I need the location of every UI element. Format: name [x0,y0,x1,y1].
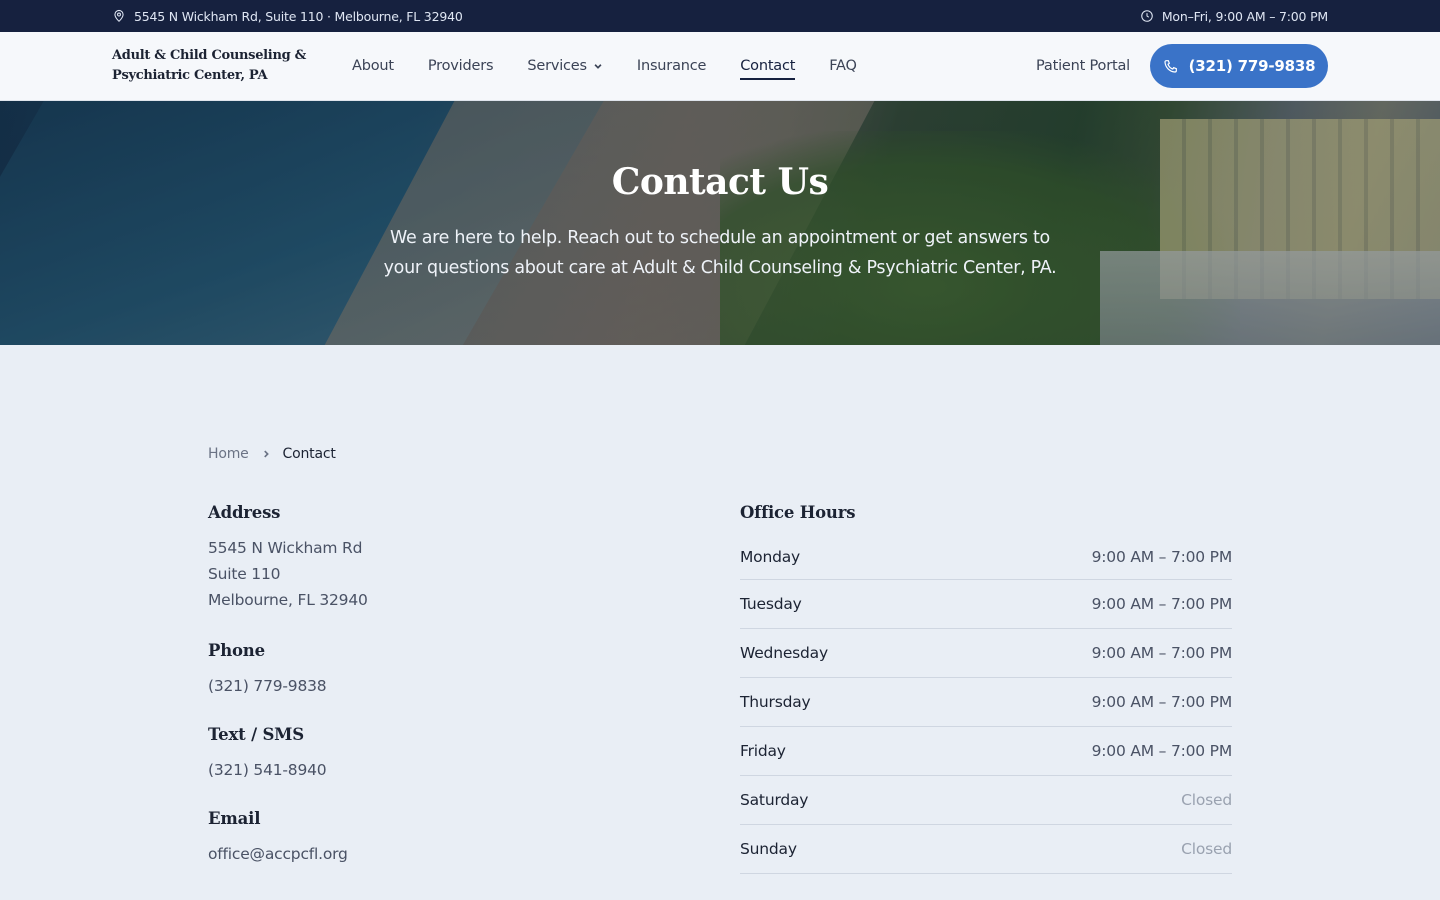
phone-heading: Phone [208,641,265,660]
topbar-hours: Mon–Fri, 9:00 AM – 7:00 PM [1140,0,1328,32]
hours-day: Wednesday [740,644,828,662]
topbar-address-text: 5545 N Wickham Rd, Suite 110 · Melbourne… [134,8,463,24]
site-header: Adult & Child Counseling & Psychiatric C… [0,32,1440,101]
nav-item-providers[interactable]: Providers [428,58,494,74]
hours-day: Monday [740,548,800,566]
phone-link[interactable]: (321) 779-9838 [208,673,648,699]
email-block: Email office@accpcfl.org [208,809,648,867]
address-line-2: Suite 110 [208,565,281,583]
chevron-right-icon [263,450,269,458]
office-hours: Office Hours Monday 9:00 AM – 7:00 PM Tu… [740,503,1232,874]
address-line-3: Melbourne, FL 32940 [208,591,368,609]
chevron-down-icon [594,64,602,69]
hours-time: 9:00 AM – 7:00 PM [1091,548,1233,566]
clock-icon [1141,10,1153,22]
call-phone-label: (321) 779-9838 [1188,57,1316,75]
nav-item-services-label: Services [527,58,587,74]
address-block: Address 5545 N Wickham Rd Suite 110 Melb… [208,503,648,613]
hours-row: Tuesday 9:00 AM – 7:00 PM [740,580,1232,629]
phone-icon [1164,60,1177,73]
hours-row: Wednesday 9:00 AM – 7:00 PM [740,629,1232,678]
nav-item-faq[interactable]: FAQ [829,58,857,74]
nav-item-about[interactable]: About [352,58,394,74]
patient-portal-link[interactable]: Patient Portal [1036,32,1130,100]
email-link[interactable]: office@accpcfl.org [208,841,648,867]
office-hours-table: Monday 9:00 AM – 7:00 PM Tuesday 9:00 AM… [740,535,1232,874]
breadcrumb: Home Contact [208,446,336,462]
hours-day: Saturday [740,791,809,809]
contact-details: Address 5545 N Wickham Rd Suite 110 Melb… [208,503,648,893]
call-phone-button[interactable]: (321) 779-9838 [1150,44,1328,88]
text-sms-heading: Text / SMS [208,725,304,744]
hours-day: Thursday [740,693,811,711]
nav-item-insurance[interactable]: Insurance [637,58,707,74]
hours-row: Friday 9:00 AM – 7:00 PM [740,727,1232,776]
text-sms-link[interactable]: (321) 541-8940 [208,757,648,783]
hero-subtitle: We are here to help. Reach out to schedu… [383,228,1057,278]
text-sms-block: Text / SMS (321) 541-8940 [208,725,648,783]
breadcrumb-home[interactable]: Home [208,446,249,462]
nav-item-contact[interactable]: Contact [740,58,795,80]
address-line-1: 5545 N Wickham Rd [208,539,363,557]
hours-time: 9:00 AM – 7:00 PM [1091,693,1233,711]
nav-item-services[interactable]: Services [527,58,603,74]
phone-block: Phone (321) 779-9838 [208,641,648,699]
hours-row: Saturday Closed [740,776,1232,825]
map-pin-icon [114,9,124,22]
hours-row: Thursday 9:00 AM – 7:00 PM [740,678,1232,727]
hours-day: Tuesday [740,595,802,613]
email-heading: Email [208,809,261,828]
hours-time: Closed [1181,791,1232,809]
breadcrumb-current: Contact [282,446,336,462]
site-logo[interactable]: Adult & Child Counseling & Psychiatric C… [112,46,312,86]
hours-time: Closed [1181,840,1232,858]
topbar-hours-text: Mon–Fri, 9:00 AM – 7:00 PM [1161,8,1328,24]
hours-time: 9:00 AM – 7:00 PM [1091,644,1233,662]
address-text: 5545 N Wickham Rd Suite 110 Melbourne, F… [208,535,648,613]
page-title: Contact Us [611,161,829,203]
hours-time: 9:00 AM – 7:00 PM [1091,595,1233,613]
hours-time: 9:00 AM – 7:00 PM [1091,742,1233,760]
main-nav: About Providers Services Insurance Conta… [352,32,857,100]
topbar-address: 5545 N Wickham Rd, Suite 110 · Melbourne… [112,0,463,32]
address-heading: Address [208,503,281,522]
hero-banner: Contact Us We are here to help. Reach ou… [0,101,1440,345]
office-hours-heading: Office Hours [740,503,856,522]
hours-day: Friday [740,742,786,760]
hours-row: Monday 9:00 AM – 7:00 PM [740,535,1232,580]
hours-day: Sunday [740,840,797,858]
hours-row: Sunday Closed [740,825,1232,874]
top-info-bar: 5545 N Wickham Rd, Suite 110 · Melbourne… [0,0,1440,32]
